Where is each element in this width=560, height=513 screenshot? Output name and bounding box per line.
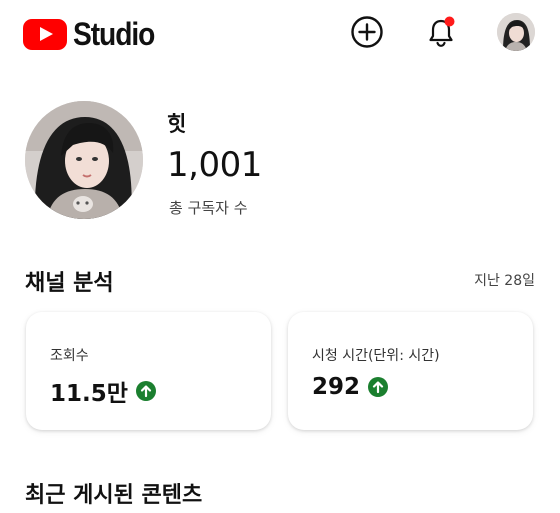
channel-avatar[interactable] [25,101,143,219]
views-card[interactable]: 조회수 11.5만 [26,312,271,430]
recent-content-title: 최근 게시된 콘텐츠 [25,483,203,508]
top-app-bar: Studio [0,0,560,66]
analytics-section-title: 채널 분석 [25,271,114,296]
create-button[interactable] [349,14,385,50]
subscriber-count: 1,001 [167,145,262,185]
analytics-period: 지난 28일 [474,273,535,289]
channel-name: 힛 [167,112,187,136]
bell-icon [429,16,455,47]
youtube-play-icon [23,18,67,50]
account-avatar[interactable] [497,13,535,51]
add-circle-icon [351,16,383,48]
notifications-button[interactable] [423,14,459,50]
subscriber-label: 총 구독자 수 [169,199,248,217]
watch-time-label: 시청 시간(단위: 시간) [312,348,440,364]
views-label: 조회수 [50,348,89,364]
watch-time-card[interactable]: 시청 시간(단위: 시간) 292 [288,312,533,430]
arrow-up-icon [368,377,389,397]
arrow-up-icon [135,381,156,401]
logo-text: Studio [73,16,155,52]
views-value-row: 11.5만 [50,374,156,408]
views-value: 11.5만 [50,381,128,407]
youtube-studio-logo[interactable]: Studio [23,18,165,50]
watch-time-value-row: 292 [312,374,389,400]
watch-time-value: 292 [312,374,361,400]
